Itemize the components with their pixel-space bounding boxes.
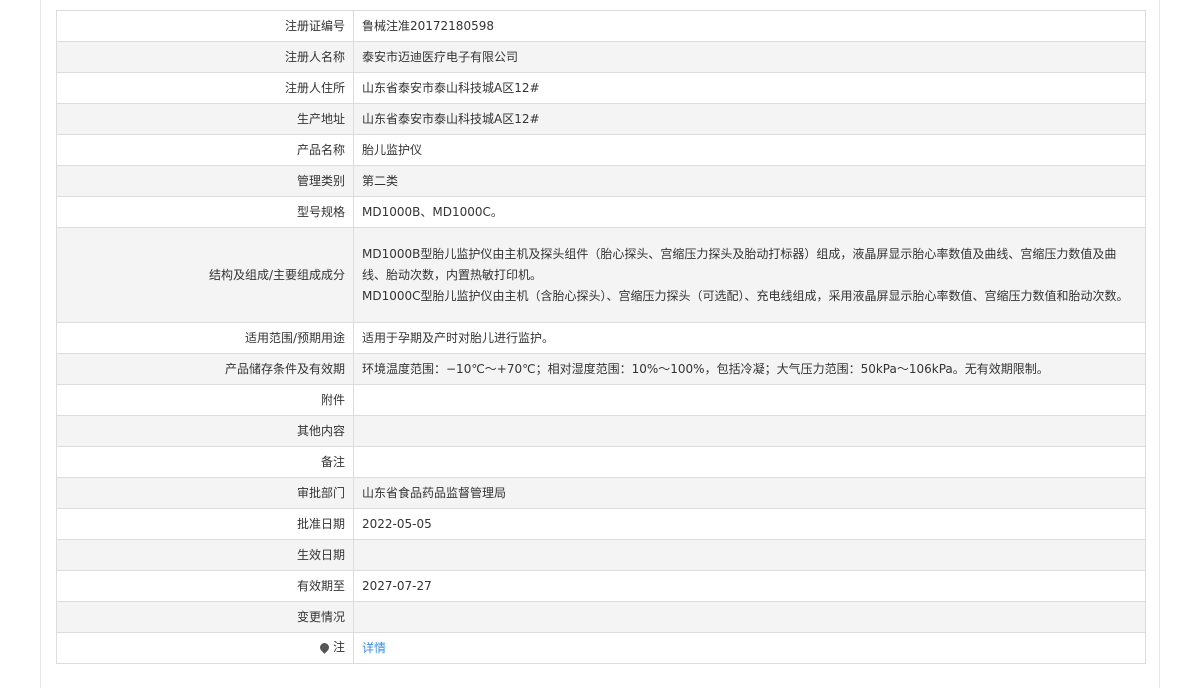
row-intended-use: 适用范围/预期用途 适用于孕期及产时对胎儿进行监护。 bbox=[56, 322, 1146, 354]
field-label: 其他内容 bbox=[56, 415, 354, 447]
field-value: 适用于孕期及产时对胎儿进行监护。 bbox=[353, 322, 1146, 354]
field-label: 型号规格 bbox=[56, 196, 354, 228]
row-remarks: 备注 bbox=[56, 446, 1146, 478]
composition-paragraph-md1000c: MD1000C型胎儿监护仪由主机（含胎心探头）、宫缩压力探头（可选配）、充电线组… bbox=[362, 288, 1129, 303]
field-value: 山东省泰安市泰山科技城A区12# bbox=[353, 72, 1146, 104]
field-label: 有效期至 bbox=[56, 570, 354, 602]
note-label-text: 注 bbox=[332, 640, 345, 654]
field-label: 注册证编号 bbox=[56, 10, 354, 42]
field-label: 备注 bbox=[56, 446, 354, 478]
field-value bbox=[353, 539, 1146, 571]
row-approval-date: 批准日期 2022-05-05 bbox=[56, 508, 1146, 540]
note-label: 注 bbox=[318, 637, 345, 658]
row-storage-conditions: 产品储存条件及有效期 环境温度范围：−10℃～+70℃；相对湿度范围：10%～1… bbox=[56, 353, 1146, 385]
row-product-name: 产品名称 胎儿监护仪 bbox=[56, 134, 1146, 166]
row-management-category: 管理类别 第二类 bbox=[56, 165, 1146, 197]
field-label: 适用范围/预期用途 bbox=[56, 322, 354, 354]
row-note: 注 详情 bbox=[56, 632, 1146, 664]
field-label: 注册人名称 bbox=[56, 41, 354, 73]
field-label: 生产地址 bbox=[56, 103, 354, 135]
field-value: MD1000B、MD1000C。 bbox=[353, 196, 1146, 228]
field-value: 山东省食品药品监督管理局 bbox=[353, 477, 1146, 509]
details-link[interactable]: 详情 bbox=[362, 641, 386, 655]
field-label: 注册人住所 bbox=[56, 72, 354, 104]
map-marker-icon bbox=[318, 641, 331, 654]
field-value: 环境温度范围：−10℃～+70℃；相对湿度范围：10%～100%，包括冷凝；大气… bbox=[353, 353, 1146, 385]
field-label: 生效日期 bbox=[56, 539, 354, 571]
field-label: 注 bbox=[56, 632, 354, 664]
field-value: 鲁械注准20172180598 bbox=[353, 10, 1146, 42]
field-label: 附件 bbox=[56, 384, 354, 416]
row-structure-composition: 结构及组成/主要组成成分 MD1000B型胎儿监护仪由主机及探头组件（胎心探头、… bbox=[56, 227, 1146, 323]
field-label: 批准日期 bbox=[56, 508, 354, 540]
row-registrant-name: 注册人名称 泰安市迈迪医疗电子有限公司 bbox=[56, 41, 1146, 73]
field-value: MD1000B型胎儿监护仪由主机及探头组件（胎心探头、宫缩压力探头及胎动打标器）… bbox=[353, 227, 1146, 323]
field-value bbox=[353, 601, 1146, 633]
field-value: 泰安市迈迪医疗电子有限公司 bbox=[353, 41, 1146, 73]
field-label: 变更情况 bbox=[56, 601, 354, 633]
field-value bbox=[353, 415, 1146, 447]
field-value bbox=[353, 384, 1146, 416]
field-value: 胎儿监护仪 bbox=[353, 134, 1146, 166]
field-value: 2022-05-05 bbox=[353, 508, 1146, 540]
field-value: 山东省泰安市泰山科技城A区12# bbox=[353, 103, 1146, 135]
row-approval-department: 审批部门 山东省食品药品监督管理局 bbox=[56, 477, 1146, 509]
row-effective-date: 生效日期 bbox=[56, 539, 1146, 571]
field-value bbox=[353, 446, 1146, 478]
field-label: 产品名称 bbox=[56, 134, 354, 166]
page-frame-left bbox=[40, 0, 41, 688]
field-label: 管理类别 bbox=[56, 165, 354, 197]
field-value: 第二类 bbox=[353, 165, 1146, 197]
page-frame-right bbox=[1159, 0, 1160, 688]
row-registrant-address: 注册人住所 山东省泰安市泰山科技城A区12# bbox=[56, 72, 1146, 104]
row-attachments: 附件 bbox=[56, 384, 1146, 416]
row-production-address: 生产地址 山东省泰安市泰山科技城A区12# bbox=[56, 103, 1146, 135]
row-model-spec: 型号规格 MD1000B、MD1000C。 bbox=[56, 196, 1146, 228]
composition-paragraph-md1000b: MD1000B型胎儿监护仪由主机及探头组件（胎心探头、宫缩压力探头及胎动打标器）… bbox=[362, 246, 1117, 282]
field-label: 结构及组成/主要组成成分 bbox=[56, 227, 354, 323]
row-registration-number: 注册证编号 鲁械注准20172180598 bbox=[56, 10, 1146, 42]
field-value: 2027-07-27 bbox=[353, 570, 1146, 602]
field-label: 审批部门 bbox=[56, 477, 354, 509]
row-other-content: 其他内容 bbox=[56, 415, 1146, 447]
field-label: 产品储存条件及有效期 bbox=[56, 353, 354, 385]
field-value: 详情 bbox=[353, 632, 1146, 664]
row-valid-until: 有效期至 2027-07-27 bbox=[56, 570, 1146, 602]
row-change-status: 变更情况 bbox=[56, 601, 1146, 633]
registration-info-table: 注册证编号 鲁械注准20172180598 注册人名称 泰安市迈迪医疗电子有限公… bbox=[56, 10, 1146, 664]
